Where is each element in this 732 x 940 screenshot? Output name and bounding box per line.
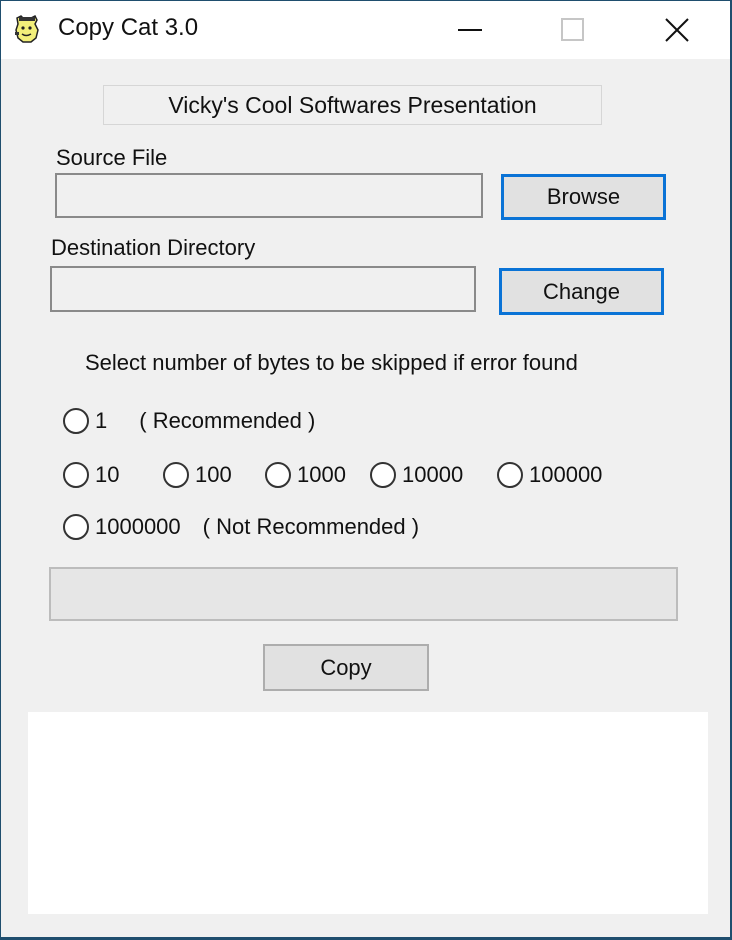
radio-option-10[interactable]: 10 [63, 462, 119, 488]
radio-option-10000[interactable]: 10000 [370, 462, 463, 488]
close-button[interactable] [631, 1, 723, 59]
window-title: Copy Cat 3.0 [58, 14, 199, 41]
radio-label: 100 [195, 462, 232, 487]
minimize-button[interactable] [425, 1, 517, 59]
maximize-icon [561, 18, 584, 41]
radio-label: 10 [95, 462, 120, 487]
minimize-icon [458, 29, 482, 31]
change-button[interactable]: Change [499, 268, 664, 315]
copy-progress-bar [49, 567, 678, 621]
radio-label: 100000 [529, 462, 603, 487]
radio-option-100[interactable]: 100 [163, 462, 232, 488]
skip-bytes-prompt: Select number of bytes to be skipped if … [85, 350, 578, 375]
radio-button[interactable] [497, 462, 523, 488]
cat-app-icon [11, 14, 43, 46]
radio-button[interactable] [63, 514, 89, 540]
radio-option-1000[interactable]: 1000 [265, 462, 346, 488]
radio-option-1000000[interactable]: 1000000 ( Not Recommended ) [63, 514, 419, 540]
radio-button[interactable] [370, 462, 396, 488]
radio-label: 10000 [402, 462, 464, 487]
radio-button[interactable] [63, 408, 89, 434]
source-file-input[interactable] [55, 173, 483, 218]
radio-button[interactable] [163, 462, 189, 488]
close-icon [665, 18, 689, 42]
radio-label: 1000000 [95, 514, 181, 539]
output-log-area[interactable] [28, 712, 708, 914]
radio-label: 1 [95, 408, 108, 433]
maximize-button[interactable] [527, 1, 619, 59]
radio-label: 1000 [297, 462, 346, 487]
radio-option-100000[interactable]: 100000 [497, 462, 602, 488]
browse-button[interactable]: Browse [501, 174, 666, 220]
app-window: Copy Cat 3.0 Vicky's Cool Softwares Pres… [1, 1, 730, 937]
presentation-header: Vicky's Cool Softwares Presentation [103, 85, 602, 125]
source-file-label: Source File [56, 145, 168, 170]
radio-button[interactable] [63, 462, 89, 488]
copy-button[interactable]: Copy [263, 644, 429, 691]
title-bar[interactable]: Copy Cat 3.0 [1, 1, 730, 59]
recommended-note: ( Recommended ) [139, 408, 316, 433]
radio-option-1[interactable]: 1 ( Recommended ) [63, 408, 315, 434]
not-recommended-note: ( Not Recommended ) [202, 514, 420, 539]
radio-button[interactable] [265, 462, 291, 488]
destination-directory-input[interactable] [50, 266, 476, 312]
destination-directory-label: Destination Directory [51, 235, 256, 260]
